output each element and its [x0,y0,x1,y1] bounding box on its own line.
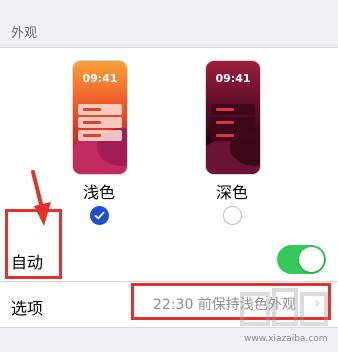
dark-mode-label: 深色 [215,183,248,202]
section-title: 外观 [11,26,38,41]
preview-notification [78,117,122,128]
down-arrow-annotation [31,170,51,226]
checkmark-icon [94,211,105,220]
preview-notification [211,104,255,115]
preview-notification [211,130,255,141]
dark-mode-preview[interactable]: 09:41 [205,60,261,175]
light-mode-preview[interactable]: 09:41 [72,60,128,175]
section-header: 外观 [0,0,338,47]
preview-notification [78,130,122,141]
preview-time: 09:41 [215,72,251,85]
auto-toggle[interactable] [277,245,326,274]
options-label: 选项 [11,299,44,318]
preview-time: 09:41 [82,72,118,85]
preview-notification [211,117,255,128]
toggle-knob [299,247,324,272]
preview-notification [78,104,122,115]
light-mode-radio[interactable] [90,206,109,225]
watermark-text: www.xiazaiba.com [244,334,328,344]
dark-mode-radio[interactable] [223,206,242,225]
light-mode-label: 浅色 [82,183,115,202]
